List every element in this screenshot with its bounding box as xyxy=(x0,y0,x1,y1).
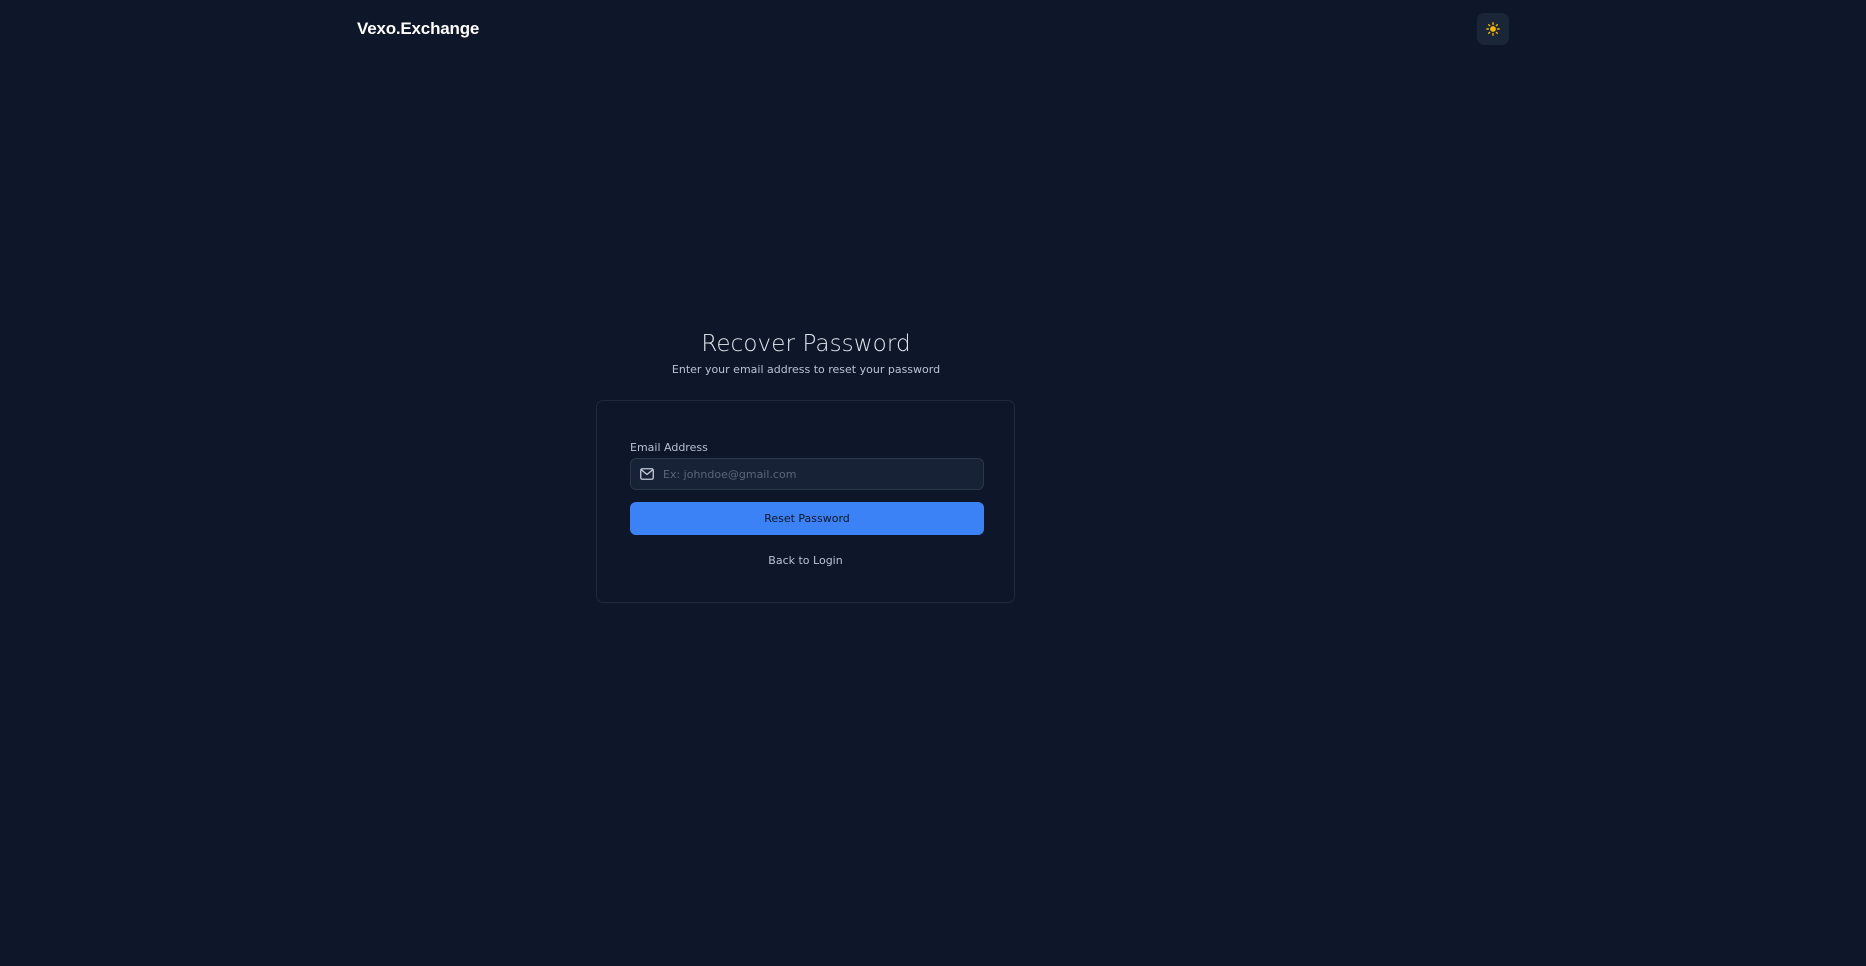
top-header: Vexo.Exchange xyxy=(357,13,1509,45)
page-heading: Recover Password Enter your email addres… xyxy=(0,329,1612,378)
email-field-wrapper[interactable] xyxy=(630,458,984,490)
page-subtitle: Enter your email address to reset your p… xyxy=(671,363,941,376)
email-label: Email Address xyxy=(630,441,708,454)
recover-password-card: Email Address Reset Password Back to Log… xyxy=(596,400,1015,603)
email-field[interactable] xyxy=(663,459,973,489)
reset-password-button[interactable]: Reset Password xyxy=(630,502,984,535)
mail-icon xyxy=(640,468,654,480)
recover-password-page: Vexo.Exchange Recover Password Enter you… xyxy=(0,0,1866,966)
brand-logo[interactable]: Vexo.Exchange xyxy=(357,19,479,39)
back-to-login-link[interactable]: Back to Login xyxy=(597,554,1014,567)
sun-icon xyxy=(1486,22,1500,36)
page-title: Recover Password xyxy=(701,331,911,357)
theme-toggle-button[interactable] xyxy=(1477,13,1509,45)
